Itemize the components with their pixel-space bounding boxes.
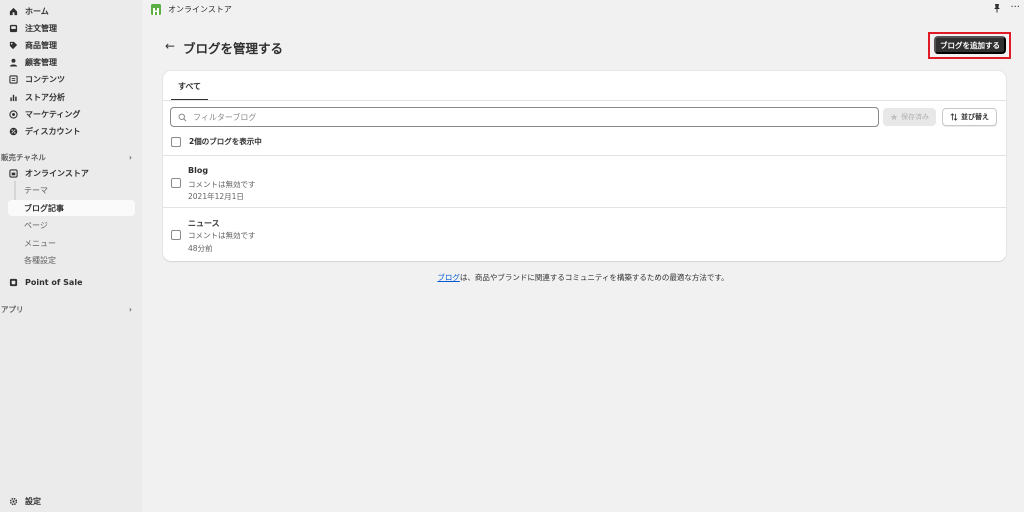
- blog-title[interactable]: Blog: [188, 166, 208, 175]
- blog-date: 48分前: [188, 244, 213, 253]
- target-icon: [8, 109, 18, 119]
- sidebar-item-online-store[interactable]: オンラインストア: [0, 165, 142, 181]
- store-name: オンラインストア: [168, 5, 232, 14]
- home-icon: [8, 6, 18, 16]
- sort-icon: [950, 113, 958, 121]
- blog-help-link[interactable]: ブログ: [437, 273, 460, 282]
- search-input[interactable]: フィルターブログ: [170, 107, 879, 127]
- apps-heading[interactable]: アプリ ›: [0, 302, 142, 316]
- search-icon: [178, 113, 187, 122]
- top-bar: オンラインストア ···: [142, 0, 1024, 20]
- subitem-label: ブログ記事: [24, 203, 64, 213]
- blog-comments-status: コメントは無効です: [188, 231, 256, 240]
- subitem-label: 各種設定: [24, 255, 56, 265]
- online-store-logo-icon: [151, 4, 161, 15]
- sidebar-item-discounts[interactable]: ディスカウント: [0, 123, 142, 139]
- divider: [163, 100, 1006, 101]
- sidebar-item-settings[interactable]: 設定: [0, 493, 142, 509]
- sidebar-item-label: 設定: [25, 496, 41, 506]
- sidebar-subitem-theme[interactable]: テーマ: [24, 182, 48, 198]
- gear-icon: [8, 496, 18, 506]
- select-all-checkbox[interactable]: [171, 137, 181, 147]
- discount-icon: [8, 126, 18, 136]
- sidebar-item-home[interactable]: ホーム: [0, 3, 142, 19]
- sidebar-item-label: ホーム: [25, 6, 49, 16]
- sidebar-item-label: ストア分析: [25, 92, 65, 102]
- blog-count-label: 2個のブログを表示中: [189, 137, 262, 146]
- sidebar: ホーム 注文管理 商品管理 顧客管理 コンテンツ ストア分析 マーケティング デ…: [0, 0, 142, 512]
- blog-list-card: すべて フィルターブログ 保存済み 並び替え 2個のブログを表示中 Blog コ…: [163, 71, 1006, 261]
- divider: [163, 207, 1006, 208]
- sidebar-item-orders[interactable]: 注文管理: [0, 20, 142, 36]
- sidebar-item-label: マーケティング: [25, 109, 81, 119]
- saved-button[interactable]: 保存済み: [883, 108, 936, 126]
- sidebar-item-marketing[interactable]: マーケティング: [0, 106, 142, 122]
- sidebar-item-label: 顧客管理: [25, 57, 57, 67]
- person-icon: [8, 57, 18, 67]
- divider: [163, 155, 1006, 156]
- inbox-icon: [8, 23, 18, 33]
- sidebar-subitem-preferences[interactable]: 各種設定: [24, 252, 56, 268]
- blog-date: 2021年12月1日: [188, 192, 244, 201]
- sidebar-item-label: 注文管理: [25, 23, 57, 33]
- subitem-label: ページ: [24, 220, 48, 230]
- sidebar-item-label: コンテンツ: [25, 74, 65, 84]
- row-checkbox[interactable]: [171, 178, 181, 188]
- page-title: ブログを管理する: [183, 41, 284, 56]
- sidebar-subitem-pages[interactable]: ページ: [24, 217, 48, 233]
- bar-chart-icon: [8, 92, 18, 102]
- blog-comments-status: コメントは無効です: [188, 180, 256, 189]
- subitem-label: テーマ: [24, 185, 48, 195]
- sort-button[interactable]: 並び替え: [942, 108, 997, 126]
- sidebar-subitem-menu[interactable]: メニュー: [24, 235, 56, 251]
- sidebar-item-customers[interactable]: 顧客管理: [0, 54, 142, 70]
- sidebar-item-content[interactable]: コンテンツ: [0, 71, 142, 87]
- tag-icon: [8, 40, 18, 50]
- sales-channels-heading[interactable]: 販売チャネル ›: [0, 150, 142, 164]
- sidebar-item-label: オンラインストア: [25, 168, 89, 178]
- chevron-right-icon: ›: [128, 152, 132, 162]
- sort-label: 並び替え: [961, 113, 989, 121]
- search-placeholder: フィルターブログ: [193, 112, 257, 122]
- back-button[interactable]: ←: [165, 39, 175, 53]
- more-options-icon[interactable]: ···: [1010, 2, 1020, 13]
- content-icon: [8, 74, 18, 84]
- chevron-right-icon: ›: [128, 304, 132, 314]
- sidebar-item-products[interactable]: 商品管理: [0, 37, 142, 53]
- star-icon: [890, 113, 898, 121]
- sidebar-item-analytics[interactable]: ストア分析: [0, 89, 142, 105]
- blog-title[interactable]: ニュース: [188, 218, 220, 229]
- apps-label: アプリ: [1, 304, 24, 314]
- tab-all[interactable]: すべて: [171, 71, 208, 101]
- sidebar-item-label: ディスカウント: [25, 126, 81, 136]
- footer-note: ブログは、商品やブランドに関連するコミュニティを構築するための最適な方法です。: [0, 272, 1024, 283]
- sidebar-item-label: 商品管理: [25, 40, 57, 50]
- add-blog-button[interactable]: ブログを追加する: [934, 36, 1006, 54]
- sales-channels-label: 販売チャネル: [1, 152, 46, 162]
- subitem-label: メニュー: [24, 238, 56, 248]
- sidebar-subitem-blog-posts[interactable]: ブログ記事: [8, 200, 135, 216]
- saved-label: 保存済み: [901, 113, 929, 121]
- row-checkbox[interactable]: [171, 230, 181, 240]
- store-icon: [8, 168, 18, 178]
- footer-text: は、商品やブランドに関連するコミュニティを構築するための最適な方法です。: [459, 273, 729, 282]
- pin-icon[interactable]: [992, 3, 1002, 13]
